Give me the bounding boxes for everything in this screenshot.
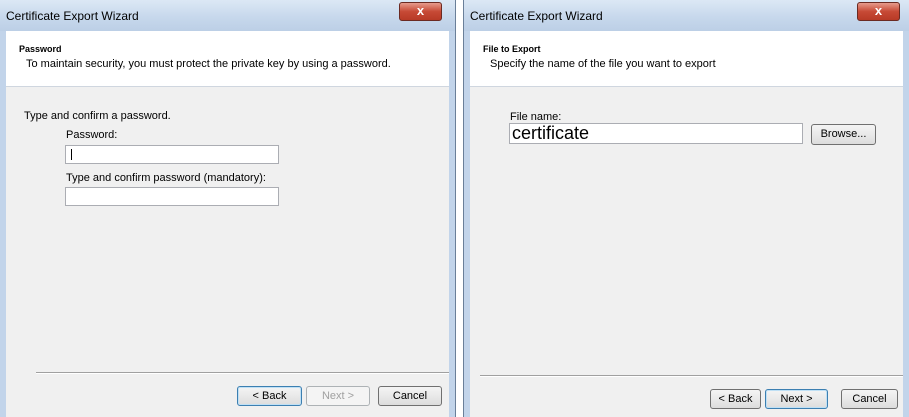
back-button[interactable]: < Back [710, 389, 761, 409]
close-icon[interactable]: x [857, 2, 900, 21]
header-subtitle: To maintain security, you must protect t… [26, 58, 391, 70]
wizard-header: Password To maintain security, you must … [6, 31, 449, 87]
wizard-body: File name: certificate Browse... < Back … [470, 87, 903, 417]
header-title: Password [19, 44, 62, 54]
wizard-body: Type and confirm a password. Password: T… [6, 87, 449, 417]
confirm-password-input[interactable] [65, 187, 279, 206]
next-button[interactable]: Next > [765, 389, 828, 409]
back-button[interactable]: < Back [237, 386, 302, 406]
cancel-button[interactable]: Cancel [841, 389, 898, 409]
wizard-header: File to Export Specify the name of the f… [470, 31, 903, 87]
file-name-input[interactable]: certificate [509, 123, 803, 144]
file-name-label: File name: [510, 111, 562, 123]
header-title: File to Export [483, 44, 541, 54]
file-export-wizard-window: Certificate Export Wizard x File to Expo… [463, 0, 909, 417]
password-label: Password: [66, 129, 118, 141]
next-button[interactable]: Next > [306, 386, 370, 406]
password-wizard-window: Certificate Export Wizard x Password To … [0, 0, 456, 417]
window-border [903, 31, 909, 417]
cancel-button[interactable]: Cancel [378, 386, 442, 406]
confirm-password-label: Type and confirm password (mandatory): [66, 172, 266, 184]
header-subtitle: Specify the name of the file you want to… [490, 58, 716, 70]
password-input[interactable] [65, 145, 279, 164]
window-title: Certificate Export Wizard [470, 9, 603, 23]
close-icon[interactable]: x [399, 2, 442, 21]
text-caret [71, 149, 72, 160]
separator [36, 372, 449, 374]
separator [480, 375, 903, 377]
window-border [449, 31, 455, 417]
browse-button[interactable]: Browse... [811, 124, 876, 145]
title-bar[interactable]: Certificate Export Wizard x [0, 0, 455, 32]
window-title: Certificate Export Wizard [6, 9, 139, 23]
instruction-text: Type and confirm a password. [24, 110, 171, 122]
title-bar[interactable]: Certificate Export Wizard x [464, 0, 909, 32]
